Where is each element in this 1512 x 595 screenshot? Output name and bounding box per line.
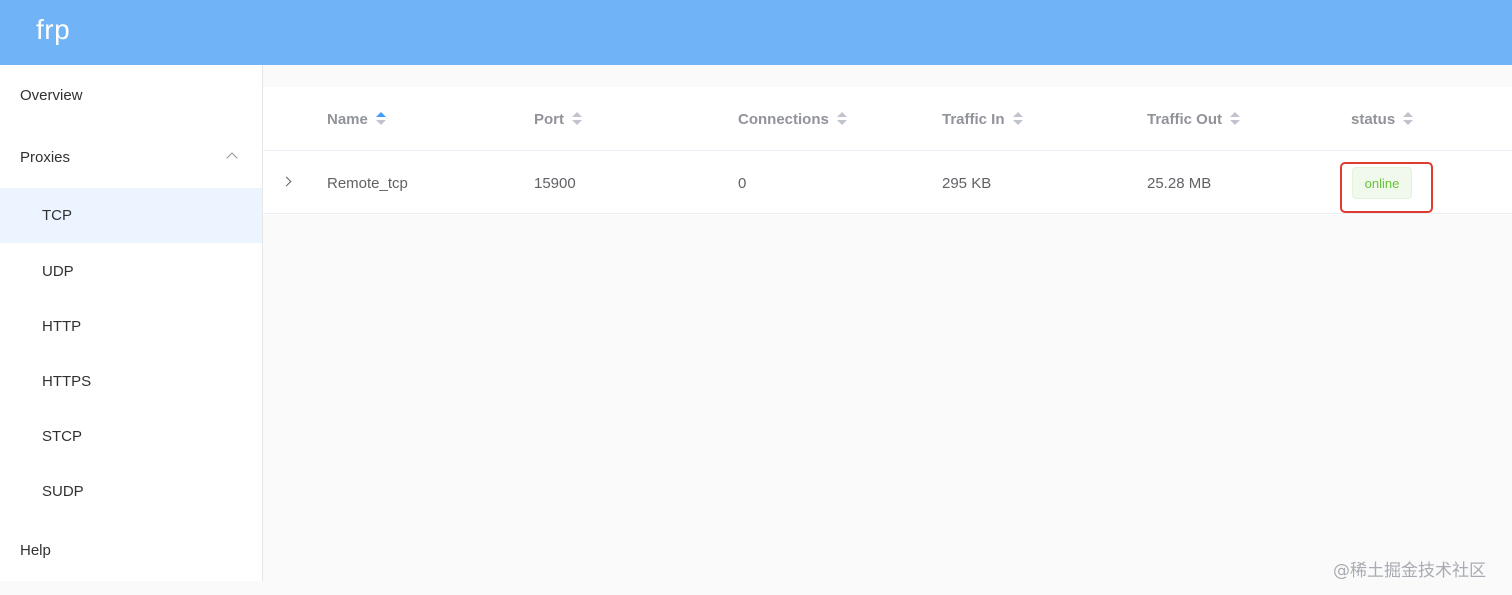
column-header-name[interactable]: Name (327, 109, 386, 129)
sidebar-item-label: SUDP (42, 483, 84, 500)
column-header-traffic-in[interactable]: Traffic In (942, 109, 1023, 129)
top-header: frp (0, 0, 1512, 65)
sort-icon[interactable] (1403, 112, 1414, 126)
cell-name: Remote_tcp (327, 174, 408, 192)
annotation-highlight-box (1340, 162, 1433, 213)
sidebar-item-label: TCP (42, 207, 72, 224)
sidebar-item-help[interactable]: Help (0, 523, 262, 578)
sidebar-item-udp[interactable]: UDP (0, 244, 262, 299)
sidebar-item-proxies[interactable]: Proxies (0, 130, 262, 185)
cell-connections: 0 (738, 174, 747, 192)
sidebar-item-overview[interactable]: Overview (0, 68, 262, 123)
sort-icon[interactable] (375, 112, 386, 126)
sidebar-item-https[interactable]: HTTPS (0, 354, 262, 409)
sort-icon[interactable] (1230, 112, 1241, 126)
sidebar-item-stcp[interactable]: STCP (0, 409, 262, 464)
app-logo[interactable]: frp (36, 14, 70, 46)
sidebar-item-sudp[interactable]: SUDP (0, 464, 262, 519)
cell-port: 15900 (534, 174, 576, 192)
sidebar-item-label: HTTPS (42, 373, 92, 390)
sidebar-item-label: Help (20, 542, 51, 559)
table-row[interactable]: Remote_tcp 15900 0 295 KB 25.28 MB onlin… (263, 151, 1512, 214)
proxy-table: Name Port Connections Traffic In Traffic… (263, 87, 1512, 215)
cell-traffic-out: 25.28 MB (1147, 174, 1212, 192)
column-header-port[interactable]: Port (534, 109, 582, 129)
sidebar-item-tcp[interactable]: TCP (0, 188, 262, 243)
sidebar-item-label: UDP (42, 263, 74, 280)
sidebar-item-label: Overview (20, 87, 83, 104)
sidebar-item-label: STCP (42, 428, 83, 445)
main-content: Name Port Connections Traffic In Traffic… (263, 65, 1512, 595)
sort-icon[interactable] (1012, 112, 1023, 126)
sidebar-menu: Overview Proxies TCP UDP HTTP HTTPS STCP… (0, 65, 263, 581)
sort-icon[interactable] (836, 112, 847, 126)
watermark: @稀土掘金技术社区 (1333, 561, 1486, 581)
chevron-up-icon (226, 152, 238, 164)
column-header-status[interactable]: status (1351, 109, 1414, 129)
column-header-connections[interactable]: Connections (738, 109, 847, 129)
sort-icon[interactable] (572, 112, 582, 126)
column-header-traffic-out[interactable]: Traffic Out (1147, 109, 1241, 129)
table-header: Name Port Connections Traffic In Traffic… (263, 87, 1512, 151)
sidebar-item-label: HTTP (42, 318, 82, 335)
sidebar-item-http[interactable]: HTTP (0, 299, 262, 354)
cell-traffic-in: 295 KB (942, 174, 992, 192)
sidebar-item-label: Proxies (20, 149, 71, 166)
